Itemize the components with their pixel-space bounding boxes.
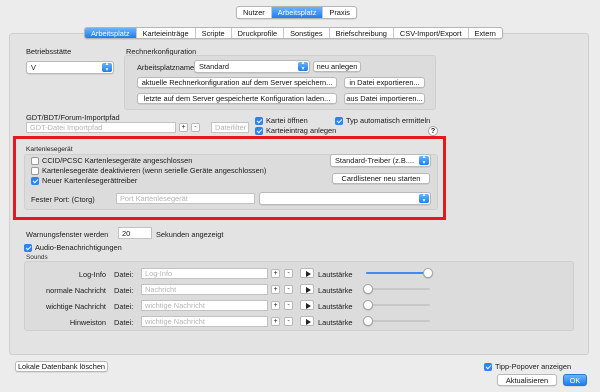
sound-volume-label: Lautstärke: [318, 270, 353, 279]
karteieintrag-anlegen-checkbox[interactable]: Karteieintrag anlegen: [255, 126, 336, 135]
play-icon[interactable]: [300, 316, 314, 326]
arbeitsplatzname-value: Standard: [199, 62, 229, 71]
volume-slider[interactable]: [363, 284, 430, 294]
kartei-oeffnen-label: Kartei öffnen: [266, 116, 308, 125]
sound-remove-button[interactable]: -: [284, 269, 293, 278]
chevron-updown-icon: ▴ ▾: [298, 61, 308, 71]
sound-file-input[interactable]: wichtige Nachricht: [141, 316, 268, 327]
ok-button[interactable]: OK: [563, 374, 587, 386]
import-file-button[interactable]: aus Datei importieren...: [344, 93, 425, 104]
gdt-filter-input[interactable]: Dateifilter: [211, 122, 249, 133]
subtab-scripte[interactable]: Scripte: [196, 28, 232, 38]
karteieintrag-anlegen-label: Karteieintrag anlegen: [266, 126, 337, 135]
kartei-oeffnen-checkbox[interactable]: Kartei öffnen: [255, 116, 308, 125]
sound-add-button[interactable]: +: [271, 285, 280, 294]
warn-label-before: Warnungsfenster werden: [26, 230, 109, 239]
checkbox-box: [255, 116, 263, 125]
sound-row-name: wichtige Nachricht: [46, 302, 106, 311]
tab-arbeitsplatz[interactable]: Arbeitsplatz: [271, 7, 324, 18]
sub-tab-bar: Arbeitsplatz Karteieinträge Scripte Druc…: [84, 27, 503, 39]
subtab-sonstiges[interactable]: Sonstiges: [284, 28, 330, 38]
chevron-updown-icon: ▴ ▾: [102, 62, 112, 72]
warn-label-after: Sekunden angezeigt: [156, 230, 224, 239]
tab-nutzer[interactable]: Nutzer: [237, 7, 272, 18]
sound-file-label: Datei:: [114, 270, 134, 279]
sound-file-label: Datei:: [114, 286, 134, 295]
betriebsstaette-select[interactable]: V ▴ ▾: [26, 61, 114, 74]
sounds-group: [24, 261, 574, 331]
gdt-remove-button[interactable]: -: [191, 123, 200, 132]
typ-auto-label: Typ automatisch ermitteln: [346, 116, 431, 125]
betriebsstaette-label: Betriebsstätte: [26, 47, 72, 56]
checkbox-box: [484, 362, 492, 371]
arbeitsplatzname-select[interactable]: Standard ▴ ▾: [194, 60, 310, 73]
clear-local-db-button[interactable]: Lokale Datenbank löschen: [15, 361, 108, 372]
load-config-server-button[interactable]: letzte auf dem Server gespeicherte Konfi…: [137, 93, 337, 104]
highlight-frame: [13, 136, 446, 220]
checkbox-box: [255, 126, 263, 135]
slider-knob[interactable]: [363, 316, 373, 326]
sound-volume-label: Lautstärke: [318, 286, 353, 295]
betriebsstaette-value: V: [31, 63, 36, 72]
sound-remove-button[interactable]: -: [284, 317, 293, 326]
volume-slider[interactable]: [366, 268, 433, 278]
play-icon[interactable]: [300, 284, 314, 294]
sound-file-label: Datei:: [114, 318, 134, 327]
sound-file-label: Datei:: [114, 302, 134, 311]
sound-row-name: Hinweiston: [69, 318, 106, 327]
gdt-add-button[interactable]: +: [179, 123, 188, 132]
sound-remove-button[interactable]: -: [284, 301, 293, 310]
sound-volume-label: Lautstärke: [318, 302, 353, 311]
warn-seconds-input[interactable]: 20: [118, 227, 152, 239]
sound-file-input[interactable]: wichtige Nachricht: [141, 300, 268, 311]
save-config-server-button[interactable]: aktuelle Rechnerkonfiguration auf dem Se…: [137, 77, 337, 88]
sound-add-button[interactable]: +: [271, 317, 280, 326]
arbeitsplatzname-label: Arbeitsplatzname: [137, 63, 195, 72]
sound-add-button[interactable]: +: [271, 269, 280, 278]
help-icon[interactable]: ?: [428, 126, 438, 136]
export-file-button[interactable]: in Datei exportieren...: [344, 77, 425, 88]
audio-notifications-checkbox[interactable]: Audio-Benachrichtigungen: [24, 243, 122, 252]
subtab-karteieintraege[interactable]: Karteieinträge: [137, 28, 196, 38]
tipp-popover-label: Tipp-Popover anzeigen: [495, 362, 572, 371]
tab-praxis[interactable]: Praxis: [323, 7, 356, 18]
gdt-path-input[interactable]: GDT-Datei Importpfad: [26, 122, 176, 133]
slider-knob[interactable]: [363, 300, 373, 310]
tipp-popover-checkbox[interactable]: Tipp-Popover anzeigen: [484, 362, 571, 371]
sound-remove-button[interactable]: -: [284, 285, 293, 294]
sounds-title: Sounds: [26, 254, 48, 261]
subtab-csv-import-export[interactable]: CSV-Import/Export: [394, 28, 469, 38]
slider-knob[interactable]: [423, 268, 433, 278]
slider-knob[interactable]: [363, 284, 373, 294]
gdt-title: GDT/BDT/Forum-Importpfad: [26, 113, 120, 122]
subtab-briefschreibung[interactable]: Briefschreibung: [330, 28, 394, 38]
typ-auto-checkbox[interactable]: Typ automatisch ermitteln: [335, 116, 430, 125]
sound-volume-label: Lautstärke: [318, 318, 353, 327]
play-icon[interactable]: [300, 268, 314, 278]
sound-file-input[interactable]: Log-Info: [141, 268, 268, 279]
subtab-druckprofile[interactable]: Druckprofile: [232, 28, 285, 38]
volume-slider[interactable]: [363, 300, 430, 310]
new-workstation-button[interactable]: neu anlegen: [313, 61, 361, 72]
sound-add-button[interactable]: +: [271, 301, 280, 310]
sound-row-name: Log-Info: [78, 270, 106, 279]
audio-notifications-label: Audio-Benachrichtigungen: [35, 243, 122, 252]
play-icon[interactable]: [300, 300, 314, 310]
subtab-arbeitsplatz[interactable]: Arbeitsplatz: [85, 28, 137, 38]
sound-row-name: normale Nachricht: [46, 286, 106, 295]
refresh-button[interactable]: Aktualisieren: [497, 374, 557, 386]
checkbox-box: [335, 116, 343, 125]
volume-slider[interactable]: [363, 316, 430, 326]
top-tab-bar: Nutzer Arbeitsplatz Praxis: [236, 6, 357, 19]
subtab-extern[interactable]: Extern: [469, 28, 502, 38]
checkbox-box: [24, 243, 32, 252]
sound-file-input[interactable]: Nachricht: [141, 284, 268, 295]
